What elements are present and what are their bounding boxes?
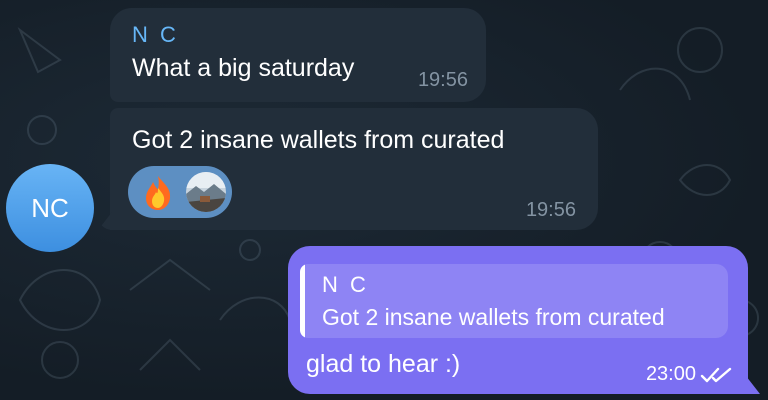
message-text: What a big saturday bbox=[132, 54, 355, 82]
quote-bar bbox=[300, 264, 305, 338]
double-check-icon bbox=[700, 367, 732, 383]
message-text: glad to hear :) bbox=[306, 350, 461, 378]
avatar-initials: NC bbox=[31, 192, 69, 223]
message-time: 19:56 bbox=[417, 69, 468, 91]
outgoing-message[interactable]: N C Got 2 insane wallets from curated gl… bbox=[288, 246, 748, 394]
quote-text: Got 2 insane wallets from curated bbox=[322, 304, 665, 330]
fire-emoji-icon[interactable] bbox=[138, 172, 178, 212]
sender-avatar[interactable]: NC bbox=[6, 164, 94, 252]
reaction-pill[interactable] bbox=[128, 166, 232, 218]
message-text: Got 2 insane wallets from curated bbox=[132, 126, 505, 154]
landscape-avatar-icon bbox=[186, 172, 226, 212]
quote-sender: N C bbox=[322, 272, 369, 297]
reaction-user-avatar[interactable] bbox=[186, 172, 226, 212]
reply-quote[interactable]: N C Got 2 insane wallets from curated bbox=[300, 264, 728, 338]
message-time: 19:56 bbox=[525, 199, 576, 221]
incoming-message-1[interactable]: N C What a big saturday 19:56 bbox=[110, 8, 486, 102]
sender-name[interactable]: N C bbox=[132, 22, 179, 48]
message-time: 23:00 bbox=[645, 363, 696, 385]
incoming-message-2[interactable]: Got 2 insane wallets from curated 19:56 bbox=[110, 108, 598, 230]
